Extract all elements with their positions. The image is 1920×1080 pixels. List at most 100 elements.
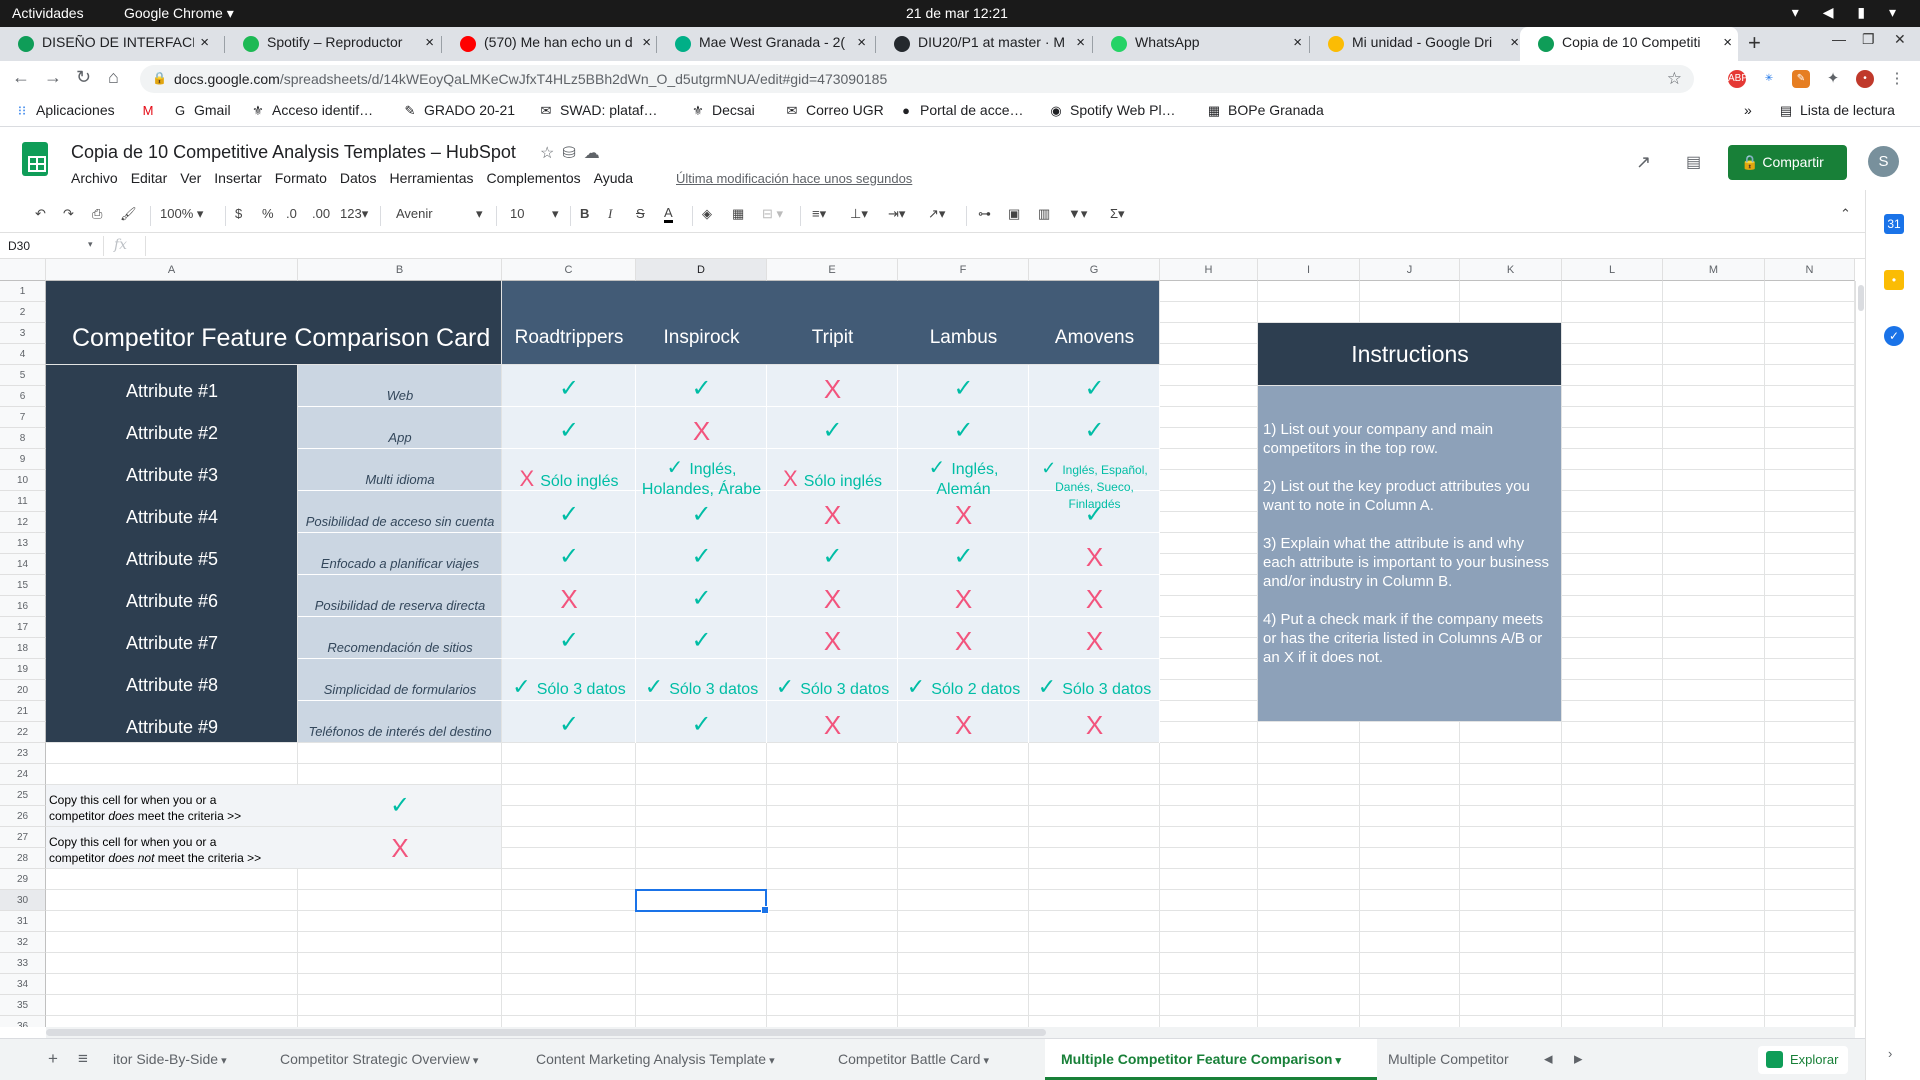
- name-box[interactable]: D30: [8, 239, 30, 253]
- column-header[interactable]: J: [1360, 259, 1460, 281]
- sheet-tab[interactable]: itor Side-By-Side ▾: [105, 1039, 265, 1080]
- column-header[interactable]: C: [502, 259, 636, 281]
- move-icon[interactable]: ⛁: [562, 145, 583, 162]
- row-header[interactable]: 2: [0, 302, 46, 323]
- minimize-icon[interactable]: —: [1832, 31, 1846, 47]
- row-header[interactable]: 5: [0, 365, 46, 386]
- menu-5[interactable]: Datos: [340, 170, 377, 186]
- row-header[interactable]: 15: [0, 575, 46, 596]
- sheet-tab-menu-icon[interactable]: ▾: [1332, 1055, 1342, 1067]
- font-size-select[interactable]: 10 ▾: [510, 206, 559, 221]
- app-menu[interactable]: Google Chrome ▾: [124, 5, 234, 22]
- column-header[interactable]: K: [1460, 259, 1562, 281]
- row-header[interactable]: 29: [0, 869, 46, 890]
- currency-format[interactable]: $: [235, 206, 242, 221]
- redo-icon[interactable]: ↷: [63, 206, 74, 222]
- row-header[interactable]: 24: [0, 764, 46, 785]
- explore-button[interactable]: Explorar: [1758, 1046, 1849, 1074]
- vertical-align-icon[interactable]: ⊥▾: [850, 206, 868, 222]
- bookmark-item[interactable]: ● Portal de acce…: [898, 102, 1023, 118]
- reading-list[interactable]: ▤ Lista de lectura: [1778, 102, 1895, 119]
- share-button[interactable]: 🔒 Compartir: [1728, 145, 1847, 180]
- row-header[interactable]: 18: [0, 638, 46, 659]
- browser-tab[interactable]: (570) Me han echo un d ×: [442, 27, 657, 61]
- row-header[interactable]: 32: [0, 932, 46, 953]
- bookmark-item[interactable]: ⁝⁝ Aplicaciones: [14, 102, 115, 119]
- row-header[interactable]: 12: [0, 512, 46, 533]
- collapse-menus-icon[interactable]: ⌃: [1840, 206, 1851, 222]
- scroll-thumb[interactable]: [1858, 285, 1864, 311]
- row-header[interactable]: 14: [0, 554, 46, 575]
- activities-button[interactable]: Actividades: [12, 5, 84, 21]
- forward-icon[interactable]: →: [44, 67, 62, 88]
- column-header[interactable]: F: [898, 259, 1029, 281]
- new-tab-button[interactable]: +: [1748, 30, 1761, 56]
- row-header[interactable]: 25: [0, 785, 46, 806]
- row-header[interactable]: 20: [0, 680, 46, 701]
- column-header[interactable]: E: [767, 259, 898, 281]
- bookmark-item[interactable]: ▦ BOPe Granada: [1206, 102, 1324, 119]
- decrease-decimal[interactable]: .0: [286, 206, 297, 221]
- text-color-button[interactable]: A: [664, 206, 673, 223]
- row-header[interactable]: 28: [0, 848, 46, 869]
- sheet-tab-menu-icon[interactable]: ▾: [980, 1055, 989, 1067]
- bookmark-item[interactable]: ✉ Correo UGR: [784, 102, 884, 119]
- column-header[interactable]: B: [298, 259, 502, 281]
- home-icon[interactable]: ⌂: [108, 67, 119, 88]
- name-box-dropdown-icon[interactable]: ▾: [88, 239, 93, 250]
- spreadsheet-grid[interactable]: A B C D E F G H I J K L M N 1 2 3 4 5 6 7 8 9 10 11 12 13 14 15 16 17 1…: [0, 259, 1855, 1027]
- close-tab-icon[interactable]: ×: [200, 34, 209, 51]
- row-header[interactable]: 8: [0, 428, 46, 449]
- lock-icon[interactable]: 🔒: [152, 71, 167, 85]
- print-icon[interactable]: ⎙: [92, 206, 102, 222]
- bookmark-item[interactable]: M: [140, 102, 162, 118]
- cloud-status-icon[interactable]: ☁: [584, 145, 608, 162]
- horizontal-align-icon[interactable]: ≡▾: [812, 206, 826, 222]
- comments-icon[interactable]: ▤: [1686, 152, 1701, 172]
- italic-button[interactable]: I: [608, 206, 612, 222]
- all-sheets-icon[interactable]: ≡: [78, 1049, 88, 1069]
- browser-tab[interactable]: Spotify – Reproductor ×: [225, 27, 440, 61]
- extension-orange-icon[interactable]: ✎: [1792, 70, 1810, 88]
- tasks-icon[interactable]: ✓: [1884, 326, 1904, 346]
- bookmarks-overflow-icon[interactable]: »: [1744, 102, 1752, 118]
- url-input[interactable]: 🔒 docs.google.com/spreadsheets/d/14kWEoy…: [140, 65, 1694, 93]
- row-header[interactable]: 10: [0, 470, 46, 491]
- row-header[interactable]: 31: [0, 911, 46, 932]
- row-header[interactable]: 1: [0, 281, 46, 302]
- column-header[interactable]: G: [1029, 259, 1160, 281]
- browser-tab[interactable]: DISEÑO DE INTERFACES ×: [0, 27, 215, 61]
- last-edit-link[interactable]: Última modificación hace unos segundos: [676, 171, 912, 186]
- close-tab-icon[interactable]: ×: [425, 34, 434, 51]
- column-header[interactable]: I: [1258, 259, 1360, 281]
- percent-format[interactable]: %: [262, 206, 274, 221]
- undo-icon[interactable]: ↶: [35, 206, 46, 222]
- column-header[interactable]: M: [1663, 259, 1765, 281]
- close-tab-icon[interactable]: ×: [642, 34, 651, 51]
- browser-tab[interactable]: Copia de 10 Competiti ×: [1520, 27, 1738, 61]
- add-sheet-icon[interactable]: +: [48, 1049, 58, 1069]
- paint-format-icon[interactable]: 🖌: [120, 206, 137, 222]
- row-header[interactable]: 22: [0, 722, 46, 743]
- functions-icon[interactable]: Σ▾: [1110, 206, 1125, 222]
- select-all-corner[interactable]: [0, 259, 46, 281]
- strikethrough-button[interactable]: S: [636, 206, 645, 221]
- menu-7[interactable]: Complementos: [486, 170, 580, 186]
- close-tab-icon[interactable]: ×: [1510, 34, 1519, 51]
- sheet-tab[interactable]: Content Marketing Analysis Template ▾: [528, 1039, 826, 1080]
- bookmark-item[interactable]: ⚜ Decsai: [690, 102, 755, 119]
- row-header[interactable]: 3: [0, 323, 46, 344]
- profile-avatar[interactable]: •: [1856, 70, 1874, 88]
- browser-tab[interactable]: WhatsApp ×: [1093, 27, 1308, 61]
- sheet-tab-menu-icon[interactable]: ▾: [218, 1055, 227, 1067]
- browser-menu-icon[interactable]: ⋮: [1888, 70, 1906, 88]
- close-window-icon[interactable]: ✕: [1894, 31, 1906, 48]
- star-icon[interactable]: ☆: [540, 145, 562, 162]
- insert-link-icon[interactable]: ⊶: [978, 206, 991, 222]
- row-header[interactable]: 4: [0, 344, 46, 365]
- column-header[interactable]: D: [636, 259, 767, 281]
- row-header[interactable]: 34: [0, 974, 46, 995]
- clock[interactable]: 21 de mar 12:21: [906, 5, 1008, 21]
- insert-chart-icon[interactable]: ▥: [1038, 206, 1050, 222]
- bookmark-item[interactable]: ◉ Spotify Web Pl…: [1048, 102, 1175, 119]
